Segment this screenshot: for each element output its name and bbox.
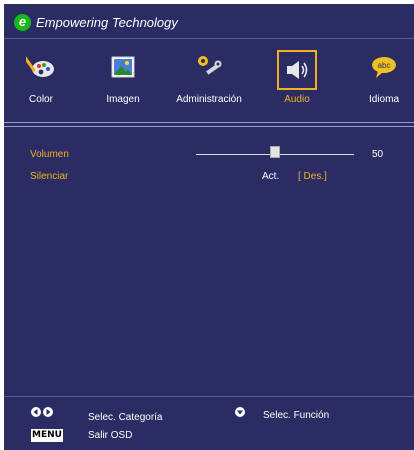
divider — [4, 396, 414, 397]
header-title: Empowering Technology — [36, 15, 178, 30]
tab-label: Imagen — [106, 94, 140, 105]
mute-label: Silenciar — [30, 171, 69, 182]
tab-color[interactable]: Color — [4, 44, 78, 116]
left-right-arrows-icon — [30, 405, 56, 417]
down-arrow-icon — [234, 405, 246, 417]
tab-imagen[interactable]: Imagen — [86, 44, 160, 116]
divider — [4, 126, 414, 127]
volume-slider-thumb[interactable] — [270, 146, 280, 158]
volume-value: 50 — [372, 149, 384, 160]
tab-administracion[interactable]: Administración — [172, 44, 246, 116]
tab-idioma[interactable]: abc Idioma — [347, 44, 414, 116]
tab-label: Administración — [176, 94, 242, 105]
title-bar: e Empowering Technology — [4, 4, 414, 38]
volume-label: Volumen — [30, 149, 69, 160]
divider — [4, 38, 414, 39]
tab-label: Color — [29, 94, 53, 105]
svg-text:abc: abc — [378, 61, 391, 70]
picture-icon — [104, 48, 142, 86]
osd-window: e Empowering Technology Color Imagen Adm… — [4, 4, 414, 450]
tab-label: Idioma — [368, 94, 399, 105]
tab-label: Audio — [284, 94, 310, 105]
menu-key-icon: MENU — [31, 429, 63, 442]
tools-icon — [190, 48, 228, 86]
speaker-icon — [277, 50, 317, 90]
e-logo-icon: e — [14, 14, 31, 31]
speech-bubble-icon: abc — [365, 48, 403, 86]
select-category-hint: Selec. Categoría — [88, 412, 163, 423]
exit-osd-hint: Salir OSD — [88, 430, 133, 441]
mute-option-on[interactable]: Act. — [262, 171, 279, 182]
palette-icon — [22, 48, 60, 86]
divider — [4, 122, 414, 123]
tab-audio[interactable]: Audio — [260, 44, 334, 116]
mute-option-off[interactable]: [ Des.] — [298, 171, 327, 182]
select-function-hint: Selec. Función — [263, 410, 330, 421]
